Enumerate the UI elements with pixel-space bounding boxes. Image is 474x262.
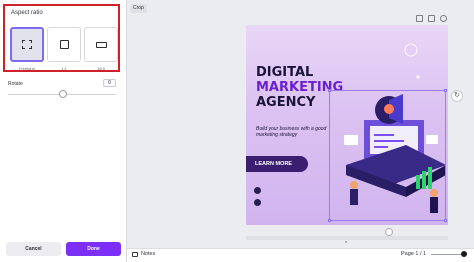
aspect-option-1-1[interactable]	[47, 27, 81, 62]
notes-button[interactable]: Notes	[141, 251, 155, 257]
square-icon	[60, 40, 69, 49]
cancel-button[interactable]: Cancel	[6, 242, 61, 256]
globe-icon	[254, 199, 261, 206]
rotate-value-input[interactable]: 0	[103, 79, 116, 87]
aspect-ratio-title: Aspect ratio	[11, 10, 43, 16]
aspect-option-16-9[interactable]	[84, 27, 118, 62]
add-page-icon[interactable]	[440, 15, 447, 22]
rotate-handle-icon[interactable]	[385, 228, 393, 236]
zoom-slider-thumb[interactable]	[461, 251, 467, 257]
rotate-label: Rotate	[8, 81, 23, 87]
aspect-ratio-section: Aspect ratio Freeform 1:1 16:9	[3, 4, 120, 72]
crop-handle[interactable]	[328, 219, 331, 222]
crop-handle[interactable]	[444, 89, 447, 92]
learn-more-button: LEARN MORE	[246, 156, 308, 172]
done-button[interactable]: Done	[66, 242, 121, 256]
widescreen-icon	[96, 42, 107, 48]
duplicate-icon[interactable]	[428, 15, 435, 22]
crop-handle[interactable]	[444, 219, 447, 222]
phone-icon	[254, 187, 261, 194]
rotate-icon[interactable]: ↻	[451, 90, 463, 102]
lock-icon[interactable]	[416, 15, 423, 22]
rotate-slider-thumb[interactable]	[59, 90, 67, 98]
zoom-slider-track[interactable]	[431, 254, 463, 255]
crop-tab[interactable]: Crop	[130, 4, 147, 13]
aspect-option-freeform[interactable]	[10, 27, 44, 62]
freeform-crop-icon	[22, 40, 32, 49]
notes-icon[interactable]	[132, 252, 138, 257]
aspect-option-label: Freeform	[18, 66, 36, 71]
page-indicator[interactable]: Page 1 / 1	[401, 251, 426, 257]
crop-panel: Aspect ratio Freeform 1:1 16:9 Rotate 0 …	[0, 0, 127, 262]
crop-selection-frame[interactable]	[328, 89, 447, 222]
crop-handle[interactable]	[328, 89, 331, 92]
chevron-up-icon[interactable]: ^	[345, 241, 347, 247]
design-title-line: DIGITAL	[256, 65, 314, 80]
design-subtitle: Build your business with a good marketin…	[256, 126, 327, 138]
next-page-strip	[246, 236, 448, 240]
design-title-line: AGENCY	[256, 95, 316, 110]
aspect-option-label: 1:1	[61, 66, 67, 71]
aspect-option-label: 16:9	[97, 66, 105, 71]
